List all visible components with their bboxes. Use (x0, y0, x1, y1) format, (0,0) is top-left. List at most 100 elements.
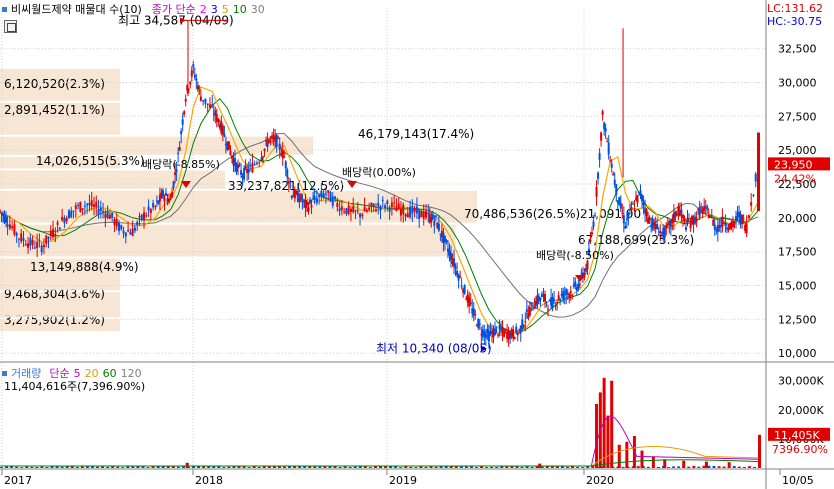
candle-body (356, 210, 359, 212)
candle-body (340, 206, 343, 211)
volume-bar (687, 466, 691, 468)
candle-body (610, 163, 613, 168)
volume-profile-label: 46,179,143(17.4%) (358, 127, 474, 141)
candle-body (184, 98, 187, 102)
candle-body (152, 203, 155, 208)
volume-bar (621, 466, 625, 468)
candle-body (484, 333, 487, 339)
volume-bar (737, 466, 741, 468)
volume-bar (96, 466, 100, 468)
candle-body (283, 156, 286, 158)
volume-bar (525, 466, 529, 468)
candle-body (349, 208, 352, 212)
candle-body (115, 219, 118, 227)
y-tick-label: 17,500 (778, 246, 817, 259)
settings-grid-icon[interactable] (4, 20, 17, 33)
current-price: 23,950 (774, 158, 813, 171)
candle-body (347, 205, 350, 214)
candle-body (345, 208, 348, 215)
candle-body (477, 319, 480, 329)
candle-body (102, 211, 105, 213)
candle-body (594, 215, 597, 217)
volume-bar (192, 466, 196, 468)
candle-body (361, 214, 364, 217)
candle-body (606, 141, 609, 143)
candle-body (189, 81, 192, 85)
candle-body (504, 329, 507, 331)
candle-body (217, 118, 220, 123)
candle-body (554, 305, 557, 307)
price-volume-chart[interactable]: 3,275,902(1.2%)9,468,304(3.6%)13,149,888… (0, 0, 834, 489)
candle-body (354, 210, 357, 212)
volume-bar (15, 466, 19, 468)
candle-body (474, 313, 477, 315)
candle-body (20, 233, 23, 242)
candle-body (512, 329, 515, 338)
volume-y-tick-label: 30,000K (778, 375, 824, 388)
volume-bar (520, 466, 524, 468)
current-change: 24.42% (774, 172, 816, 185)
candle-body (680, 209, 683, 213)
candle-body (271, 135, 274, 138)
candle-body (459, 276, 462, 278)
ma-30: 30 (250, 2, 265, 16)
y-tick-label: 25,000 (778, 144, 817, 157)
candle-body (327, 190, 330, 193)
volume-bar (333, 466, 337, 468)
candle-body (413, 207, 416, 212)
candle-body (648, 217, 651, 220)
candle-body (569, 291, 572, 294)
candle-body (437, 223, 440, 231)
candle-body (434, 215, 437, 217)
candle-body (592, 221, 595, 227)
volume-bar (116, 466, 120, 468)
candle-body (657, 235, 660, 237)
volume-bar (242, 466, 246, 468)
candle-body (313, 195, 316, 201)
candle-body (122, 230, 125, 234)
volume-bar (747, 466, 751, 468)
candle-body (456, 270, 459, 276)
candle-body (710, 215, 713, 217)
ma-2: 2 (199, 2, 207, 16)
volume-bar (384, 466, 388, 468)
candle-body (578, 284, 581, 286)
candle-body (503, 331, 506, 337)
volume-bar (475, 467, 479, 468)
volume-bar (565, 466, 569, 468)
candle-body (469, 302, 472, 304)
candle-body (522, 325, 525, 328)
candle-body (415, 206, 418, 214)
volume-bar (45, 467, 49, 468)
candle-body (530, 302, 533, 304)
candle-body (157, 200, 160, 204)
candle-body (310, 205, 313, 208)
candle-body (566, 292, 569, 294)
volume-bar (121, 467, 125, 468)
candle-body (140, 214, 143, 220)
candle-body (568, 293, 571, 298)
volume-bar (727, 462, 731, 468)
volume-bar (60, 466, 64, 468)
candle-body (289, 185, 292, 187)
candle-body (72, 210, 75, 212)
volume-bar (758, 434, 761, 468)
candle-body (230, 155, 233, 159)
volume-bar (313, 466, 317, 468)
candle-body (468, 297, 471, 307)
candle-body (120, 225, 123, 230)
candle-body (108, 214, 111, 219)
candle-body (329, 192, 332, 202)
volume-bar (434, 466, 438, 468)
volume-bar (617, 444, 621, 468)
candle-body (221, 125, 224, 135)
volume-bar (586, 466, 590, 468)
volume-bar (682, 460, 686, 468)
volume-bar (712, 465, 716, 468)
candle-body (17, 238, 20, 240)
candle-body (493, 328, 496, 336)
candle-body (742, 218, 745, 220)
candle-body (238, 164, 241, 166)
candle-body (118, 223, 121, 231)
candle-body (309, 199, 312, 204)
